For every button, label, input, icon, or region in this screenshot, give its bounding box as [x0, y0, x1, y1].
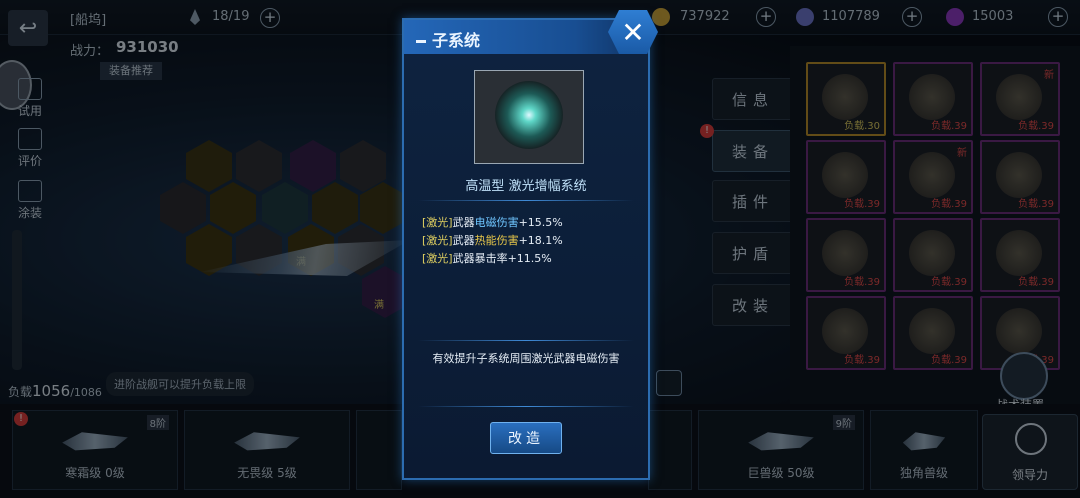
divider	[418, 200, 634, 201]
subsystem-modal: 子系统 高温型 激光增幅系统 [激光]武器电磁伤害+15.5% [激光]武器热能…	[402, 18, 650, 480]
laser-chip-icon	[495, 81, 563, 149]
divider	[418, 340, 634, 341]
item-description: 有效提升子系统周围激光武器电磁伤害	[432, 352, 620, 365]
close-icon: ✕	[621, 15, 645, 49]
stat-line: [激光]武器电磁伤害+15.5%	[422, 216, 563, 229]
stat-line: [激光]武器暴击率+11.5%	[422, 252, 552, 265]
item-name: 高温型 激光增幅系统	[465, 179, 587, 194]
modify-button[interactable]: 改造	[490, 422, 562, 454]
item-icon-frame	[474, 70, 584, 164]
modal-title: 子系统	[416, 27, 480, 51]
stat-line: [激光]武器热能伤害+18.1%	[422, 234, 563, 247]
divider	[418, 406, 634, 407]
